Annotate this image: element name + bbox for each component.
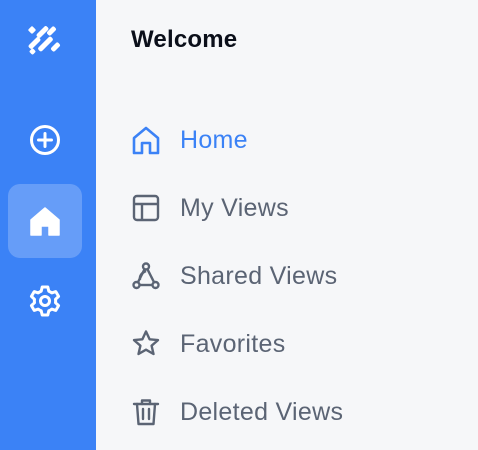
page-title: Welcome [131, 26, 238, 53]
gear-icon [27, 283, 63, 319]
app-window: Welcome Home My Views Shared Views Favor… [0, 0, 478, 450]
star-icon [129, 327, 163, 361]
brand-logo-icon[interactable] [24, 20, 64, 60]
nav-label-my-views: My Views [180, 193, 289, 222]
add-button[interactable] [8, 103, 82, 177]
home-outline-icon [129, 123, 163, 157]
nav-label-favorites: Favorites [180, 329, 286, 358]
settings-button[interactable] [8, 264, 82, 338]
nav-label-home: Home [180, 125, 248, 154]
nav-item-shared-views[interactable]: Shared Views [129, 242, 478, 310]
nav-item-deleted-views[interactable]: Deleted Views [129, 378, 478, 446]
nav-label-shared-views: Shared Views [180, 261, 338, 290]
icon-rail [0, 0, 96, 450]
nav-item-my-views[interactable]: My Views [129, 174, 478, 242]
nav-label-deleted-views: Deleted Views [180, 397, 344, 426]
nav-item-favorites[interactable]: Favorites [129, 310, 478, 378]
share-nodes-icon [129, 259, 163, 293]
home-icon [28, 204, 62, 238]
nav-item-home[interactable]: Home [129, 106, 478, 174]
layout-icon [129, 191, 163, 225]
rail-home-button[interactable] [8, 184, 82, 258]
nav-panel: Welcome Home My Views Shared Views Favor… [96, 0, 478, 450]
trash-icon [129, 395, 163, 429]
plus-circle-icon [28, 123, 62, 157]
views-nav: Home My Views Shared Views Favorites Del… [129, 106, 478, 446]
